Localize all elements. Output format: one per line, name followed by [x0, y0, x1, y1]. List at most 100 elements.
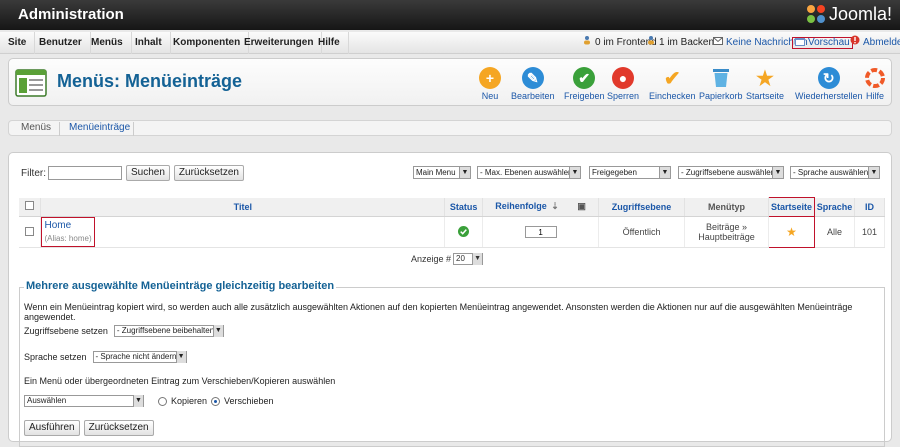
chevron-down-icon: ▼: [459, 167, 470, 178]
joomla-logo-icon: [806, 5, 825, 23]
home-cell: ★: [767, 216, 815, 248]
copy-label: Kopieren: [171, 396, 208, 406]
menutype-cell: Beiträge » Hauptbeiträge: [684, 216, 769, 248]
level-select[interactable]: - Max. Ebenen auswählen - ▼: [477, 166, 581, 179]
search-button[interactable]: Suchen: [126, 165, 170, 181]
col-home[interactable]: Startseite: [767, 197, 815, 217]
filter-bar: Filter: Suchen Zurücksetzen: [21, 165, 244, 181]
move-radio[interactable]: [211, 396, 221, 406]
run-button[interactable]: Ausführen: [24, 420, 80, 436]
preview-icon: [795, 37, 805, 49]
stop-icon: ●: [612, 67, 635, 89]
checkin-button[interactable]: ✔ Einchecken: [649, 67, 696, 102]
refresh-icon: ↻: [817, 67, 840, 89]
batch-description: Wenn ein Menüeintrag kopiert wird, so we…: [24, 302, 853, 322]
filter-input[interactable]: [48, 166, 122, 180]
status-cell: [444, 216, 484, 248]
star-icon: ★: [756, 67, 774, 90]
rebuild-button[interactable]: ↻ Wiederherstellen: [795, 67, 863, 101]
batch-access-row: Zugriffsebene setzen - Zugriffsebene bei…: [24, 325, 224, 337]
chevron-down-icon: ▼: [868, 167, 879, 178]
batch-reset-button[interactable]: Zurücksetzen: [83, 420, 154, 436]
chevron-down-icon: ▼: [569, 167, 580, 178]
col-language[interactable]: Sprache: [814, 197, 855, 217]
item-title-link[interactable]: Home: [44, 220, 71, 231]
trash-button[interactable]: Papierkorb: [699, 67, 743, 101]
batch-language-select[interactable]: - Sprache nicht ändern - ▼: [92, 351, 187, 363]
row-checkbox[interactable]: [25, 226, 35, 236]
submenu-menuitems[interactable]: Menüeinträge: [69, 122, 130, 134]
copy-radio[interactable]: [158, 396, 167, 406]
chevron-down-icon: ▼: [133, 395, 143, 407]
col-order[interactable]: Reihenfolge ⇣ ▣: [482, 197, 600, 217]
batch-buttons: Ausführen Zurücksetzen: [24, 420, 154, 436]
home-star-icon[interactable]: ★: [786, 225, 797, 239]
published-icon[interactable]: [458, 225, 470, 237]
unpublish-button[interactable]: ● Sperren: [607, 67, 639, 101]
select-all-checkbox[interactable]: [25, 201, 35, 211]
new-button[interactable]: + Neu: [479, 67, 501, 101]
menu-benutzer[interactable]: Benutzer: [31, 32, 91, 54]
row-select-cell: [19, 216, 42, 248]
backend-users: 1 im Backend: [646, 32, 720, 54]
chevron-down-icon: ▼: [175, 351, 186, 363]
col-status[interactable]: Status: [444, 197, 484, 217]
chevron-down-icon: ▼: [472, 253, 483, 265]
mail-icon: [713, 32, 723, 54]
batch-access-label: Zugriffsebene setzen: [24, 326, 108, 336]
menuitems-table: Titel Status Reihenfolge ⇣ ▣ Zugriffsebe…: [19, 197, 886, 248]
header-bar: Administration Joomla!: [0, 0, 900, 30]
menu-select[interactable]: Main Menu ▼: [413, 166, 471, 179]
reset-button[interactable]: Zurücksetzen: [173, 165, 244, 181]
id-cell: 101: [854, 216, 886, 248]
batch-legend: Mehrere ausgewählte Menüeinträge gleichz…: [24, 280, 337, 292]
edit-button[interactable]: ✎ Bearbeiten: [511, 67, 555, 101]
toolbar-panel: Menüs: Menüeinträge + Neu ✎ Bearbeiten ✔…: [8, 58, 892, 106]
batch-fieldset: Mehrere ausgewählte Menüeinträge gleichz…: [19, 280, 885, 447]
col-menutype: Menütyp: [684, 197, 769, 217]
check-icon: ✔: [573, 67, 596, 89]
chevron-down-icon: ▼: [659, 167, 670, 178]
logout-icon: [850, 32, 860, 54]
limit-select[interactable]: 20 ▼: [453, 253, 484, 265]
menu-hilfe[interactable]: Hilfe: [310, 32, 349, 54]
logout-link[interactable]: Abmelden: [850, 32, 900, 54]
language-select[interactable]: - Sprache auswählen - ▼: [790, 166, 880, 179]
col-title[interactable]: Titel: [40, 197, 446, 217]
submenu-bar: Menüs Menüeinträge: [8, 120, 892, 136]
save-order-icon[interactable]: ▣: [577, 201, 586, 211]
table-row: Home (Alias: home) Öffentlich Beiträge »…: [19, 216, 886, 248]
language-cell: Alle: [814, 216, 855, 248]
main-panel: Filter: Suchen Zurücksetzen Main Menu ▼ -…: [8, 152, 892, 447]
user-icon: [646, 32, 656, 54]
col-id[interactable]: ID: [854, 197, 886, 217]
order-input[interactable]: [524, 226, 557, 238]
submenu-divider: [59, 122, 60, 136]
batch-access-select[interactable]: - Zugriffsebene beibehalten - ▼: [113, 325, 224, 337]
batch-language-row: Sprache setzen - Sprache nicht ändern - ▼: [24, 351, 187, 363]
app-title: Administration: [18, 6, 124, 23]
preview-highlight[interactable]: Vorschau: [792, 37, 853, 49]
publish-button[interactable]: ✔ Freigeben: [564, 67, 605, 101]
menu-menus[interactable]: Menüs: [83, 32, 132, 54]
batch-move-select[interactable]: Auswählen ▼: [24, 395, 144, 407]
lifebuoy-icon: [864, 67, 886, 89]
help-button[interactable]: Hilfe: [864, 67, 886, 101]
preview-link[interactable]: Vorschau: [792, 32, 853, 54]
access-select[interactable]: - Zugriffsebene auswählen - ▼: [678, 166, 784, 179]
home-item-highlight: Home (Alias: home): [41, 217, 95, 247]
main-menubar: Site Benutzer Menüs Inhalt Komponenten E…: [0, 32, 900, 54]
home-button[interactable]: ★ Startseite: [746, 67, 784, 102]
col-access[interactable]: Zugriffsebene: [598, 197, 686, 217]
title-cell: Home (Alias: home): [40, 216, 446, 248]
plus-icon: +: [479, 67, 501, 89]
limit-label: Anzeige #: [411, 254, 452, 264]
order-cell: [482, 216, 600, 248]
chevron-down-icon: ▼: [212, 325, 223, 337]
submenu-menus[interactable]: Menüs: [21, 122, 51, 134]
joomla-logo: Joomla!: [805, 3, 892, 25]
pagination-limit: Anzeige # 20 ▼: [411, 253, 484, 265]
batch-move-row: Auswählen ▼ Kopieren Verschieben: [24, 395, 274, 407]
state-select[interactable]: Freigegeben ▼: [589, 166, 671, 179]
select-all-header: [19, 197, 42, 217]
